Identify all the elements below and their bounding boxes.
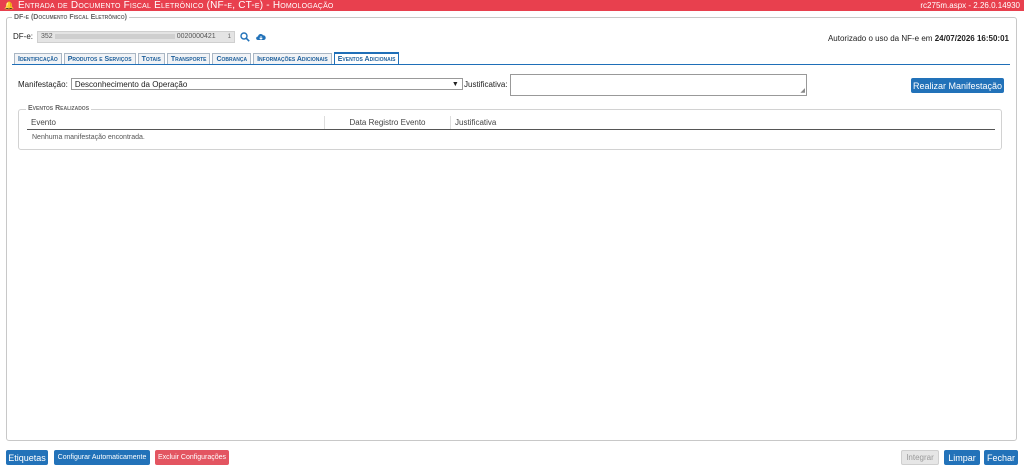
dfe-label: DF-e: [13,32,33,41]
dfe-key-suffix: 1 [227,33,231,40]
tab-informacoes-adicionais[interactable]: Informações Adicionais [253,53,332,64]
search-icon[interactable] [238,30,251,43]
dfe-key-input[interactable]: 352 0020000421 1 [37,30,235,43]
bell-icon: 🔔 [4,0,14,10]
configurar-automaticamente-button[interactable]: Configurar Automaticamente [54,450,150,465]
dfe-section-legend: DF-e (Documento Fiscal Eletrônico) [12,14,130,21]
tab-bar: Identificação Produtos e Serviços Totais… [14,52,401,64]
manifestacao-row: Manifestação: Desconhecimento da Operaçã… [18,77,463,91]
column-evento[interactable]: Evento [27,116,325,129]
version-label: rc275m.aspx - 2.26.0.14930 [920,1,1020,10]
chevron-down-icon: ▼ [451,80,459,88]
title-bar: 🔔 Entrada de Documento Fiscal Eletrônico… [0,0,1024,11]
fechar-button[interactable]: Fechar [984,450,1018,465]
dfe-key-end: 0020000421 [176,33,216,40]
tab-transporte[interactable]: Transporte [166,53,211,64]
dfe-key-start: 352 [41,33,53,40]
resize-grip-icon[interactable]: ◢ [800,88,805,94]
justificativa-label: Justificativa: [464,80,508,89]
integrar-button[interactable]: Integrar [901,450,939,465]
cloud-download-icon[interactable] [254,30,267,43]
manifestacao-select[interactable]: Desconhecimento da Operação ▼ [70,78,463,90]
tab-produtos-servicos[interactable]: Produtos e Serviços [63,53,136,64]
window-title: Entrada de Documento Fiscal Eletrônico (… [17,0,334,11]
authorization-text: Autorizado o uso da NF-e em [827,34,933,43]
empty-message: Nenhuma manifestação encontrada. [32,134,145,141]
limpar-button[interactable]: Limpar [944,450,980,465]
eventos-realizados-legend: Eventos Realizados [26,105,92,112]
authorization-status: Autorizado o uso da NF-e em 24/07/2026 1… [828,34,1009,43]
tab-cobranca[interactable]: Cobrança [212,53,252,64]
justificativa-textarea[interactable]: ◢ [510,74,807,96]
eventos-grid-header: Evento Data Registro Evento Justificativ… [27,116,995,130]
tab-eventos-adicionais[interactable]: Eventos Adicionais [333,52,400,64]
dfe-row: DF-e: 352 0020000421 1 [13,30,267,43]
column-data-registro[interactable]: Data Registro Evento [325,116,451,129]
etiquetas-button[interactable]: Etiquetas [6,450,48,465]
tab-divider [12,64,1010,65]
tab-totais[interactable]: Totais [137,53,165,64]
manifestacao-label: Manifestação: [18,79,68,89]
authorization-datetime: 24/07/2026 16:50:01 [934,34,1009,43]
column-justificativa[interactable]: Justificativa [451,116,995,129]
excluir-configuracoes-button[interactable]: Excluir Configurações [155,450,229,465]
realizar-manifestacao-button[interactable]: Realizar Manifestação [911,78,1004,93]
tab-identificacao[interactable]: Identificação [14,53,62,64]
manifestacao-selected: Desconhecimento da Operação [74,79,188,89]
dfe-key-masked [54,34,175,39]
